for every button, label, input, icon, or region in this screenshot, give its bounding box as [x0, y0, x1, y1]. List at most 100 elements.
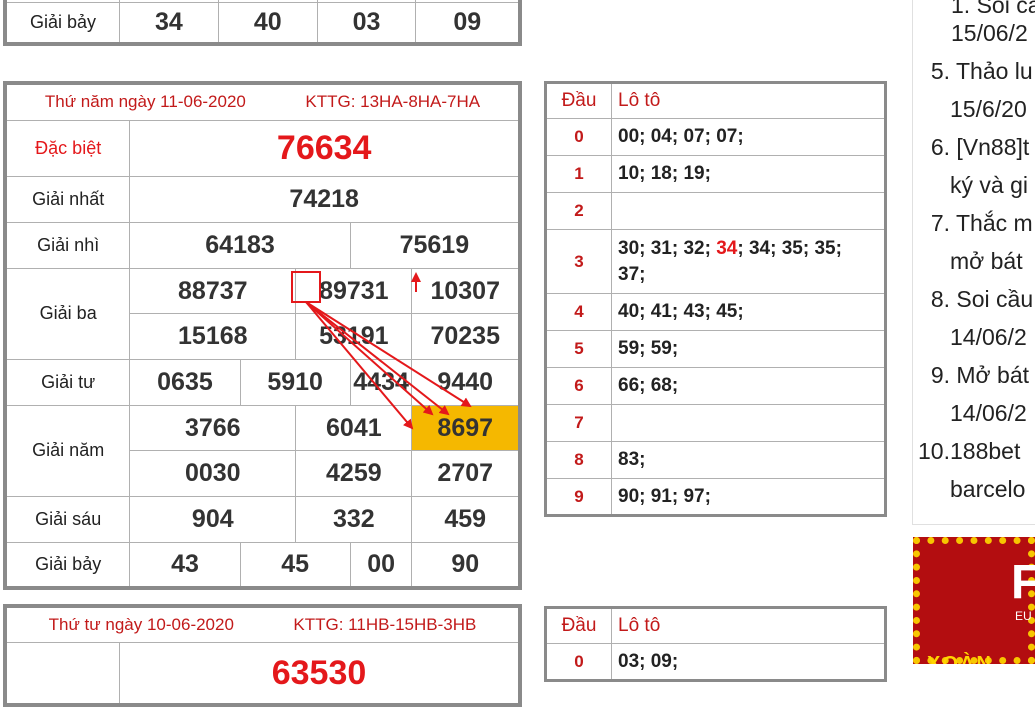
dau-cell: 3	[545, 229, 612, 294]
col-dau: Đầu	[545, 82, 612, 119]
loto-cell	[611, 404, 886, 442]
sidebar-item-8[interactable]: 8. Soi cầu	[912, 286, 1033, 313]
prize-value: 43	[129, 541, 241, 589]
prize-label: Giải ba	[4, 267, 131, 361]
sidebar-item-7[interactable]: 7. Thắc m	[912, 210, 1033, 237]
prize-value: 03	[316, 1, 417, 45]
loto-cell: 10; 18; 19;	[611, 155, 886, 193]
prize-value: 34	[119, 1, 219, 45]
sidebar-item-6-line2[interactable]: ký và gi	[950, 172, 1028, 199]
prize-value: 15168	[129, 313, 297, 361]
prize-value-highlighted: 8697	[411, 404, 521, 452]
dau-cell: 2	[545, 192, 612, 230]
sidebar-item-10[interactable]: 10.188bet	[898, 438, 1020, 465]
loto-cell: 83;	[611, 441, 886, 479]
lottery-table-next: Thứ tư ngày 10-06-2020 KTTG: 11HB-15HB-3…	[3, 604, 522, 707]
prize-value: 40	[217, 1, 318, 45]
prize-value: 75619	[349, 222, 521, 269]
sidebar-item-6[interactable]: 6. [Vn88]t	[912, 134, 1029, 161]
prize-value: 89731	[295, 267, 413, 315]
prize-label-special: Đặc biệt	[4, 119, 131, 178]
ad-banner[interactable]: F EU XOÀN	[913, 537, 1035, 664]
prize-value: 3766	[129, 404, 297, 452]
col-dau: Đầu	[545, 607, 612, 644]
prize-label: Giải bảy	[4, 1, 120, 45]
loto-cell: 90; 91; 97;	[611, 478, 886, 516]
sidebar-item-10-line2[interactable]: barcelo	[950, 476, 1025, 503]
prize-label: Giải nhất	[4, 176, 131, 224]
loto-cell: 03; 09;	[611, 643, 886, 681]
banner-sub: EU	[1015, 609, 1032, 623]
prize-label: Giải nhì	[4, 222, 131, 269]
banner-logo: F	[1011, 556, 1035, 609]
loto-highlight: 34	[716, 237, 738, 259]
dau-cell: 8	[545, 441, 612, 479]
dau-cell: 6	[545, 367, 612, 405]
prize-value: 74218	[129, 176, 521, 224]
prize-value: 90	[411, 541, 521, 589]
draw-kttg: KTTG: 13HA-8HA-7HA	[305, 92, 481, 112]
dau-cell: 7	[545, 404, 612, 442]
loto-cell: 40; 41; 43; 45;	[611, 293, 886, 331]
prize-value: 88737	[129, 267, 297, 315]
dau-cell: 9	[545, 478, 612, 516]
prize-label: Giải tư	[4, 359, 131, 406]
dau-cell: 4	[545, 293, 612, 331]
sidebar-item-1-line2[interactable]: 15/06/2	[951, 20, 1028, 47]
loto-cell: 30; 31; 32; 34; 34; 35; 35; 37;	[611, 229, 886, 294]
prize-value: 4259	[295, 450, 413, 498]
table-header: Thứ năm ngày 11-06-2020 KTTG: 13HA-8HA-7…	[4, 82, 521, 121]
draw-date: Thứ năm ngày 11-06-2020	[44, 92, 246, 112]
sidebar-item-1-line1[interactable]: 1. Soi cầu	[951, 0, 1035, 19]
sidebar-item-9-line2[interactable]: 14/06/2	[950, 400, 1027, 427]
prize-value: 9440	[411, 359, 521, 406]
col-loto: Lô tô	[611, 82, 886, 119]
special-prize-value: 63530	[119, 642, 521, 706]
loto-cell	[611, 192, 886, 230]
prize-value: 53191	[295, 313, 413, 361]
prize-value: 6041	[295, 404, 413, 452]
banner-bottom-text: XOÀN	[927, 653, 993, 664]
dau-cell: 5	[545, 330, 612, 368]
sidebar-item-7-line2[interactable]: mở bát	[950, 248, 1023, 275]
dau-cell: 0	[545, 643, 612, 681]
prize-value: 332	[295, 496, 413, 543]
lottery-table-prev: Giải bảy 34 40 03 09	[3, 0, 522, 46]
draw-kttg: KTTG: 11HB-15HB-3HB	[293, 615, 477, 634]
dau-cell: 0	[545, 118, 612, 156]
dau-cell: 1	[545, 155, 612, 193]
col-loto: Lô tô	[611, 607, 886, 644]
prize-value: 00	[349, 541, 413, 589]
special-prize-value: 76634	[129, 119, 521, 178]
prize-value: 2707	[411, 450, 521, 498]
draw-date: Thứ tư ngày 10-06-2020	[48, 615, 234, 634]
prize-value: 0635	[129, 359, 241, 406]
loto-table-next: Đầu Lô tô 0 03; 09;	[544, 606, 887, 682]
prize-label: Giải bảy	[4, 541, 131, 589]
prize-label: Giải năm	[4, 404, 131, 498]
prize-value: 4434	[349, 359, 413, 406]
prize-value: 45	[239, 541, 351, 589]
prize-value: 5910	[239, 359, 351, 406]
loto-text: ; 34; 35; 35;	[737, 237, 842, 259]
loto-text: 30; 31; 32;	[618, 237, 717, 259]
loto-cell: 00; 04; 07; 07;	[611, 118, 886, 156]
sidebar-item-9[interactable]: 9. Mở bát	[912, 362, 1029, 389]
prize-value: 0030	[129, 450, 297, 498]
prize-value: 459	[411, 496, 521, 543]
table-header: Thứ tư ngày 10-06-2020 KTTG: 11HB-15HB-3…	[4, 605, 521, 643]
sidebar-item-8-line2[interactable]: 14/06/2	[950, 324, 1027, 351]
sidebar-item-5-line2[interactable]: 15/6/20	[950, 96, 1027, 123]
prize-value: 70235	[411, 313, 521, 361]
sidebar-item-5[interactable]: 5. Thảo lu	[912, 58, 1033, 85]
lottery-table: Thứ năm ngày 11-06-2020 KTTG: 13HA-8HA-7…	[3, 81, 522, 590]
loto-table: Đầu Lô tô 0 00; 04; 07; 07; 1 10; 18; 19; …	[544, 81, 887, 517]
loto-cell: 59; 59;	[611, 330, 886, 368]
prize-value: 10307	[411, 267, 521, 315]
prize-value: 904	[129, 496, 297, 543]
loto-cell: 66; 68;	[611, 367, 886, 405]
prize-value: 64183	[129, 222, 351, 269]
loto-text: 37;	[618, 263, 646, 285]
prize-value: 09	[415, 1, 521, 45]
prize-label: Giải sáu	[4, 496, 131, 543]
